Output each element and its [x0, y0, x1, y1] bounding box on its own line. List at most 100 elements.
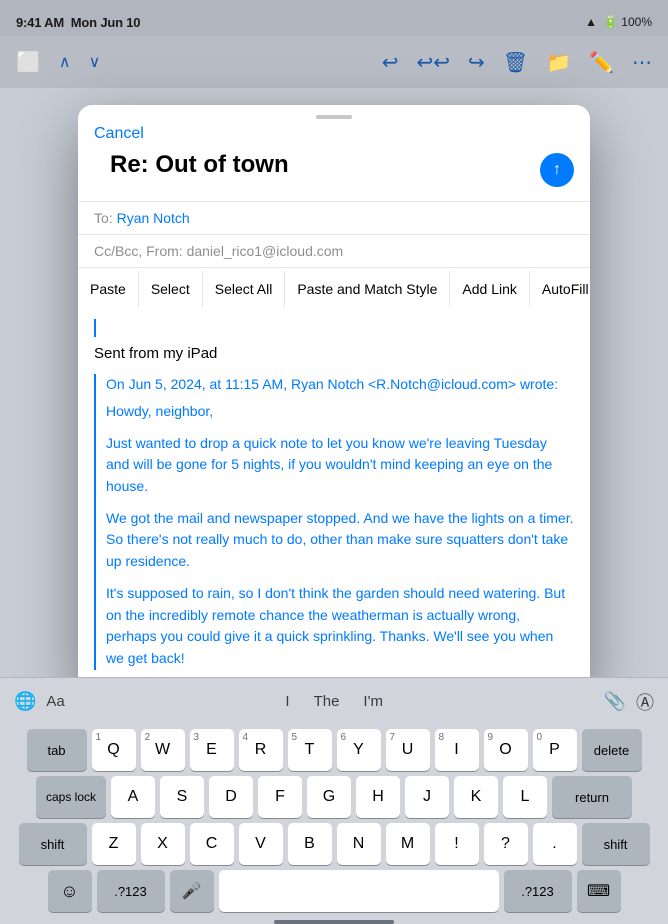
- folder-icon[interactable]: 📁: [546, 50, 571, 75]
- up-icon[interactable]: ∧: [59, 52, 71, 72]
- email-body[interactable]: Sent from my iPad On Jun 5, 2024, at 11:…: [78, 309, 590, 696]
- wifi-icon: ▲: [585, 15, 597, 29]
- quote-para2: Just wanted to drop a quick note to let …: [106, 433, 574, 498]
- key-w[interactable]: 2W: [141, 729, 185, 771]
- key-period[interactable]: .: [533, 823, 577, 865]
- key-y[interactable]: 6Y: [337, 729, 381, 771]
- down-icon[interactable]: ∨: [89, 52, 101, 72]
- from-value: daniel_rico1@icloud.com: [187, 243, 344, 259]
- key-f[interactable]: F: [258, 776, 302, 818]
- quote-header: On Jun 5, 2024, at 11:15 AM, Ryan Notch …: [106, 374, 574, 395]
- forward-icon[interactable]: ↪: [468, 50, 485, 75]
- select-button[interactable]: Select: [139, 271, 203, 307]
- key-z[interactable]: Z: [92, 823, 136, 865]
- keyboard-rows: tab 1Q 2W 3E 4R 5T 6Y 7U 8I 9O 0P delete…: [0, 725, 668, 918]
- key-u[interactable]: 7U: [386, 729, 430, 771]
- send-button[interactable]: ↑: [540, 153, 574, 187]
- key-d[interactable]: D: [209, 776, 253, 818]
- home-bar: [274, 920, 394, 924]
- battery-icon: 🔋 100%: [603, 15, 652, 29]
- key-return[interactable]: return: [552, 776, 632, 818]
- autofill-button[interactable]: AutoFill: [530, 271, 590, 307]
- key-tab[interactable]: tab: [27, 729, 87, 771]
- top-toolbar: ⬜ ∧ ∨ ↩ ↩↩ ↪ 🗑 📁 ✏️ ⋯: [0, 36, 668, 88]
- key-b[interactable]: B: [288, 823, 332, 865]
- key-m[interactable]: M: [386, 823, 430, 865]
- cancel-button[interactable]: Cancel: [94, 125, 144, 143]
- keyboard-row-2: caps lock A S D F G H J K L return: [4, 776, 664, 818]
- keyboard-row-3: shift Z X C V B N M ! ? . shift: [4, 823, 664, 865]
- add-link-button[interactable]: Add Link: [450, 271, 529, 307]
- key-h[interactable]: H: [356, 776, 400, 818]
- key-space[interactable]: [219, 870, 499, 912]
- key-g[interactable]: G: [307, 776, 351, 818]
- key-v[interactable]: V: [239, 823, 283, 865]
- reply-all-icon[interactable]: ↩↩: [417, 50, 451, 75]
- key-s[interactable]: S: [160, 776, 204, 818]
- kb-toolbar-center: I The I'm: [285, 693, 383, 710]
- paste-match-button[interactable]: Paste and Match Style: [285, 271, 450, 307]
- to-value[interactable]: Ryan Notch: [117, 210, 190, 226]
- key-emoji[interactable]: ☺: [48, 870, 92, 912]
- key-keyboard-hide[interactable]: ⌨: [577, 870, 621, 912]
- kb-toolbar-left: 🌐 Aa: [14, 691, 65, 712]
- key-t[interactable]: 5T: [288, 729, 332, 771]
- key-num1[interactable]: .?123: [97, 870, 165, 912]
- status-icons: ▲ 🔋 100%: [585, 15, 652, 29]
- kb-aa-icon[interactable]: Aa: [46, 693, 64, 710]
- key-c[interactable]: C: [190, 823, 234, 865]
- send-icon: ↑: [553, 161, 561, 179]
- handle-bar: [316, 115, 352, 119]
- key-q[interactable]: 1Q: [92, 729, 136, 771]
- key-o[interactable]: 9O: [484, 729, 528, 771]
- key-caps-lock[interactable]: caps lock: [36, 776, 106, 818]
- more-icon[interactable]: ⋯: [632, 50, 652, 75]
- keyboard-row-bottom: ☺ .?123 🎤 .?123 ⌨: [4, 870, 664, 916]
- predictive-word3[interactable]: I'm: [363, 693, 383, 710]
- quote-para4: It's supposed to rain, so I don't think …: [106, 583, 574, 670]
- key-l[interactable]: L: [503, 776, 547, 818]
- cc-field-row: Cc/Bcc, From: daniel_rico1@icloud.com: [78, 234, 590, 267]
- attachment-icon[interactable]: 📎: [604, 691, 626, 712]
- predictive-word2[interactable]: The: [314, 693, 340, 710]
- select-all-button[interactable]: Select All: [203, 271, 286, 307]
- key-exclaim[interactable]: !: [435, 823, 479, 865]
- predictive-word1[interactable]: I: [285, 693, 289, 710]
- key-k[interactable]: K: [454, 776, 498, 818]
- keyboard-row-1: tab 1Q 2W 3E 4R 5T 6Y 7U 8I 9O 0P delete: [4, 729, 664, 771]
- key-p[interactable]: 0P: [533, 729, 577, 771]
- reply-icon[interactable]: ↩: [382, 50, 399, 75]
- kb-font-icon[interactable]: 🌐: [14, 691, 36, 712]
- key-mic[interactable]: 🎤: [170, 870, 214, 912]
- toolbar-right: ↩ ↩↩ ↪ 🗑 📁 ✏️ ⋯: [382, 50, 652, 75]
- compose-icon[interactable]: ✏️: [589, 50, 614, 75]
- trash-icon[interactable]: 🗑: [503, 50, 528, 75]
- key-r[interactable]: 4R: [239, 729, 283, 771]
- toolbar-left: ⬜ ∧ ∨: [16, 50, 100, 75]
- kb-toolbar-right: 📎 Ⓐ: [604, 689, 654, 715]
- quoted-email: On Jun 5, 2024, at 11:15 AM, Ryan Notch …: [94, 374, 574, 670]
- paste-button[interactable]: Paste: [78, 271, 139, 307]
- sidebar-icon[interactable]: ⬜: [16, 50, 41, 75]
- key-question[interactable]: ?: [484, 823, 528, 865]
- key-j[interactable]: J: [405, 776, 449, 818]
- text-cursor: [94, 319, 96, 337]
- key-shift-left[interactable]: shift: [19, 823, 87, 865]
- key-num2[interactable]: .?123: [504, 870, 572, 912]
- keyboard-toolbar: 🌐 Aa I The I'm 📎 Ⓐ: [0, 677, 668, 725]
- key-x[interactable]: X: [141, 823, 185, 865]
- key-delete[interactable]: delete: [582, 729, 642, 771]
- key-e[interactable]: 3E: [190, 729, 234, 771]
- status-time: 9:41 AM Mon Jun 10: [16, 15, 140, 30]
- key-i[interactable]: 8I: [435, 729, 479, 771]
- key-shift-right[interactable]: shift: [582, 823, 650, 865]
- compose-modal: Cancel Re: Out of town ↑ To: Ryan Notch …: [78, 105, 590, 696]
- key-a[interactable]: A: [111, 776, 155, 818]
- scribble-icon[interactable]: Ⓐ: [636, 689, 654, 715]
- home-indicator: [0, 918, 668, 924]
- modal-handle: [78, 105, 590, 125]
- modal-header: Cancel: [78, 125, 590, 151]
- key-n[interactable]: N: [337, 823, 381, 865]
- email-subject: Re: Out of town: [94, 151, 530, 189]
- to-field-row: To: Ryan Notch: [78, 201, 590, 234]
